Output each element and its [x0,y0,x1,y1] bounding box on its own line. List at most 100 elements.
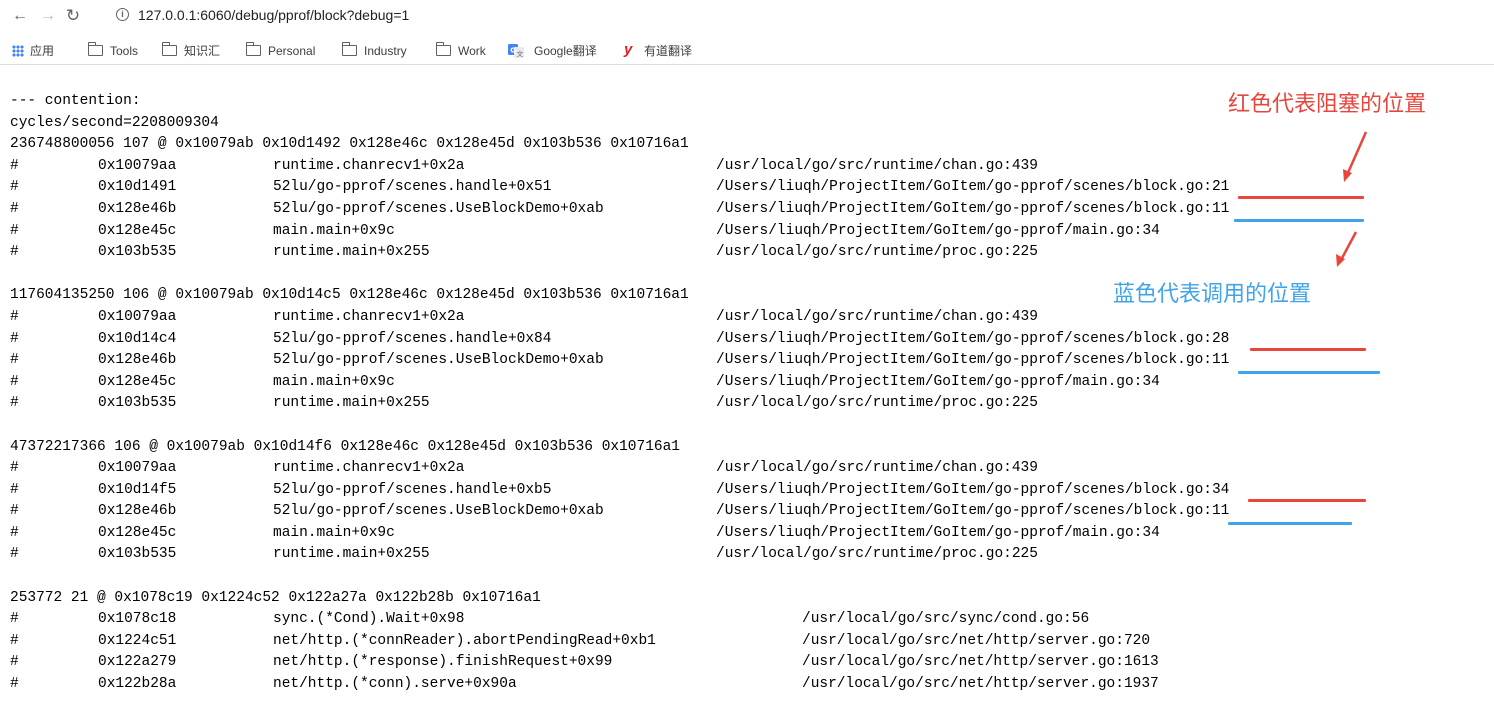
frame-path: /usr/local/go/src/runtime/chan.go:439 [716,157,1038,174]
contention-header: --- contention: [10,93,141,109]
frame-marker: # [10,352,19,369]
frame-path: /Users/liuqh/ProjectItem/GoItem/go-pprof… [716,373,1160,390]
frame-marker: # [10,157,19,174]
folder-icon [435,42,451,56]
apps-grid-icon [12,45,24,57]
folder-icon [341,42,357,56]
stack-frame: #0x103b535 runtime.main+0x255/usr/local/g… [10,242,1038,264]
frame-function: net/http.(*connReader).abortPendingRead+… [273,632,656,649]
frame-address: 0x122b28a [98,676,177,693]
bookmark-label: Tools [110,44,139,58]
frame-address: 0x128e45c [98,222,177,239]
stack-frame: #0x1078c18 sync.(*Cond).Wait+0x98/usr/loc… [10,609,1089,631]
forward-arrow-icon[interactable]: → [38,6,58,26]
frame-address: 0x128e46b [98,352,177,369]
stack-summary: 117604135250 106 @ 0x10079ab 0x10d14c5 0… [10,287,689,304]
frame-path: /Users/liuqh/ProjectItem/GoItem/go-pprof… [716,330,1230,347]
stack-summary: 253772 21 @ 0x1078c19 0x1224c52 0x122a27… [10,589,541,606]
frame-marker: # [10,373,19,390]
stack-frame: #0x10079aa runtime.chanrecv1+0x2a/usr/loc… [10,458,1038,480]
stack-frame: #0x128e45c main.main+0x9c/Users/liuqh/Pro… [10,372,1160,394]
folder-icon [245,42,261,56]
frame-marker: # [10,244,19,261]
google-translate-icon: G 文 [508,44,524,58]
frame-address: 0x10079aa [98,308,177,325]
frame-address: 0x128e46b [98,503,177,520]
frame-marker: # [10,546,19,563]
blue-underline [1238,371,1380,374]
blue-arrowhead [1336,254,1345,267]
frame-path: /Users/liuqh/ProjectItem/GoItem/go-pprof… [716,481,1230,498]
red-underline [1238,196,1364,199]
frame-address: 0x103b535 [98,395,177,412]
frame-function: 52lu/go-pprof/scenes.UseBlockDemo+0xab [273,352,604,369]
red-underline [1250,348,1366,351]
blue-underline [1228,522,1352,525]
stack-frame: #0x10d14f5 52lu/go-pprof/scenes.handle+0x… [10,480,1229,502]
frame-path: /Users/liuqh/ProjectItem/GoItem/go-pprof… [716,200,1230,217]
bookmark-label: 有道翻译 [644,44,693,58]
frame-marker: # [10,611,19,628]
address-bar-url[interactable]: 127.0.0.1:6060/debug/pprof/block?debug=1 [138,7,409,23]
frame-marker: # [10,654,19,671]
stack-frame: #0x10d1491 52lu/go-pprof/scenes.handle+0x… [10,177,1229,199]
frame-function: main.main+0x9c [273,524,395,541]
bookmarks-bar: 应用 Tools 知识汇 Personal Industry Work G 文 … [0,36,1494,65]
frame-address: 0x128e46b [98,200,177,217]
bookmark-label: Personal [268,44,316,58]
frame-address: 0x1224c51 [98,632,177,649]
annotation-red-label: 红色代表阻塞的位置 [1228,92,1427,117]
frame-address: 0x128e45c [98,373,177,390]
bookmark-label: Work [458,44,486,58]
frame-function: net/http.(*response).finishRequest+0x99 [273,654,613,671]
frame-address: 0x10079aa [98,157,177,174]
frame-address: 0x103b535 [98,244,177,261]
frame-path: /usr/local/go/src/net/http/server.go:161… [802,654,1159,671]
svg-text:文: 文 [517,49,524,58]
pprof-output: --- contention: cycles/second=2208009304… [10,91,1229,696]
frame-address: 0x10d1491 [98,179,177,196]
frame-function: 52lu/go-pprof/scenes.handle+0x84 [273,330,552,347]
frame-function: runtime.main+0x255 [273,244,430,261]
stack-summary: 236748800056 107 @ 0x10079ab 0x10d1492 0… [10,136,689,153]
frame-path: /Users/liuqh/ProjectItem/GoItem/go-pprof… [716,179,1230,196]
back-arrow-icon[interactable]: ← [10,6,30,26]
frame-marker: # [10,179,19,196]
frame-marker: # [10,200,19,217]
frame-path: /usr/local/go/src/runtime/chan.go:439 [716,308,1038,325]
stack-summary: 47372217366 106 @ 0x10079ab 0x10d14f6 0x… [10,438,681,455]
stack-frame: #0x10079aa runtime.chanrecv1+0x2a/usr/loc… [10,307,1038,329]
bookmark-label: Google翻译 [534,44,597,58]
frame-marker: # [10,503,19,520]
frame-address: 0x128e45c [98,524,177,541]
frame-path: /usr/local/go/src/net/http/server.go:720 [802,632,1151,649]
info-icon[interactable]: i [116,8,129,21]
blue-arrow [1339,231,1358,261]
bookmark-label: Industry [364,44,407,58]
frame-function: runtime.chanrecv1+0x2a [273,460,465,477]
frame-path: /Users/liuqh/ProjectItem/GoItem/go-pprof… [716,524,1160,541]
red-arrow [1345,131,1368,176]
stack-frame: #0x128e46b 52lu/go-pprof/scenes.UseBlockD… [10,501,1229,523]
blue-underline [1234,219,1364,222]
annotation-blue-label: 蓝色代表调用的位置 [1113,282,1312,307]
youdao-icon: y [624,41,633,58]
cycles-per-second: cycles/second=2208009304 [10,114,219,131]
frame-address: 0x10d14c4 [98,330,177,347]
reload-icon[interactable]: ↻ [63,6,83,26]
stack-frame: #0x1224c51 net/http.(*connReader).abortPe… [10,631,1150,653]
frame-path: /Users/liuqh/ProjectItem/GoItem/go-pprof… [716,503,1230,520]
bookmark-label: 应用 [30,44,55,58]
stack-frame: #0x128e45c main.main+0x9c/Users/liuqh/Pro… [10,221,1160,243]
frame-marker: # [10,308,19,325]
frame-address: 0x122a279 [98,654,177,671]
frame-function: sync.(*Cond).Wait+0x98 [273,611,465,628]
frame-marker: # [10,481,19,498]
frame-function: 52lu/go-pprof/scenes.handle+0x51 [273,179,552,196]
frame-marker: # [10,524,19,541]
frame-marker: # [10,632,19,649]
frame-address: 0x10079aa [98,460,177,477]
frame-function: runtime.main+0x255 [273,546,430,563]
frame-function: runtime.main+0x255 [273,395,430,412]
frame-path: /usr/local/go/src/runtime/proc.go:225 [716,395,1038,412]
